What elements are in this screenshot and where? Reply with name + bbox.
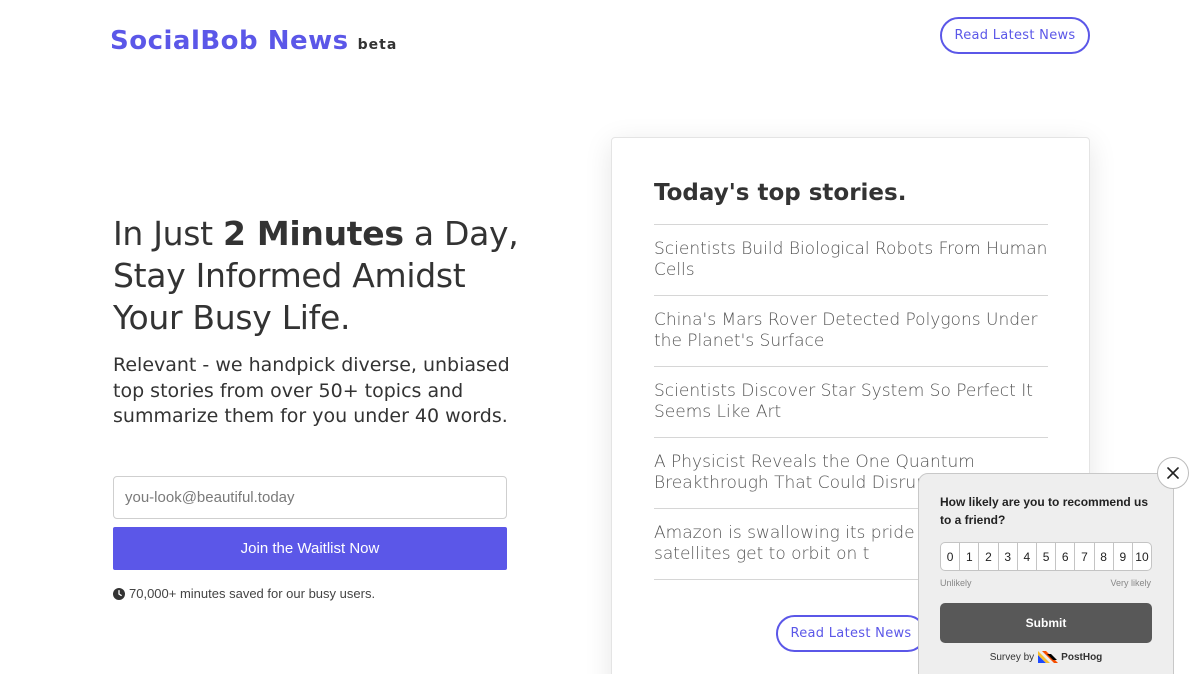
survey-by-label: Survey by [989,651,1035,663]
hero-subtitle: Relevant - we handpick diverse, unbiased… [113,354,510,427]
rating-option-2[interactable]: 2 [979,543,999,570]
rating-option-4[interactable]: 4 [1018,543,1037,570]
scale-high-label: Very likely [1110,578,1151,588]
scale-low-label: Unlikely [940,578,972,588]
hero-title-prefix: In Just [113,214,224,253]
join-waitlist-button[interactable]: Join the Waitlist Now [113,527,507,570]
rating-option-1[interactable]: 1 [960,543,980,570]
close-icon [1167,467,1179,479]
site-logo[interactable]: SocialBob News beta [110,26,397,56]
rating-option-8[interactable]: 8 [1095,543,1114,570]
survey-submit-button[interactable]: Submit [940,603,1152,643]
story-item[interactable]: Scientists Build Biological Robots From … [654,224,1048,295]
rating-option-10[interactable]: 10 [1133,543,1151,570]
top-stories-title: Today's top stories. [654,180,907,206]
nps-survey-popup: How likely are you to recommend us to a … [918,473,1174,674]
email-input[interactable] [113,476,507,519]
rating-option-7[interactable]: 7 [1075,543,1095,570]
posthog-brand-text: PostHog [1061,651,1103,663]
header-read-latest-news-button[interactable]: Read Latest News [940,17,1090,54]
rating-option-5[interactable]: 5 [1037,543,1057,570]
card-read-latest-news-button[interactable]: Read Latest News [776,615,926,652]
minutes-saved-text: 70,000+ minutes saved for our busy users… [129,586,376,601]
survey-close-button[interactable] [1157,457,1189,489]
logo-beta-badge: beta [357,37,398,53]
rating-option-9[interactable]: 9 [1114,543,1133,570]
rating-scale: 0 1 2 3 4 5 6 7 8 9 10 [940,542,1152,571]
survey-question: How likely are you to recommend us to a … [940,495,1149,527]
rating-option-3[interactable]: 3 [999,543,1018,570]
clock-icon [113,587,125,600]
story-item[interactable]: Scientists Discover Star System So Perfe… [654,366,1048,437]
story-item[interactable]: China's Mars Rover Detected Polygons Und… [654,295,1048,366]
rating-option-0[interactable]: 0 [941,543,961,570]
logo-text: SocialBob News [110,26,349,56]
survey-attribution[interactable]: Survey by PostHog [919,651,1173,663]
posthog-logo-icon [1038,651,1059,663]
rating-option-6[interactable]: 6 [1056,543,1076,570]
minutes-saved-stat: 70,000+ minutes saved for our busy users… [113,586,375,601]
hero-title-bold: 2 Minutes [223,214,404,253]
hero-title: In Just 2 Minutes a Day, Stay Informed A… [113,213,533,339]
